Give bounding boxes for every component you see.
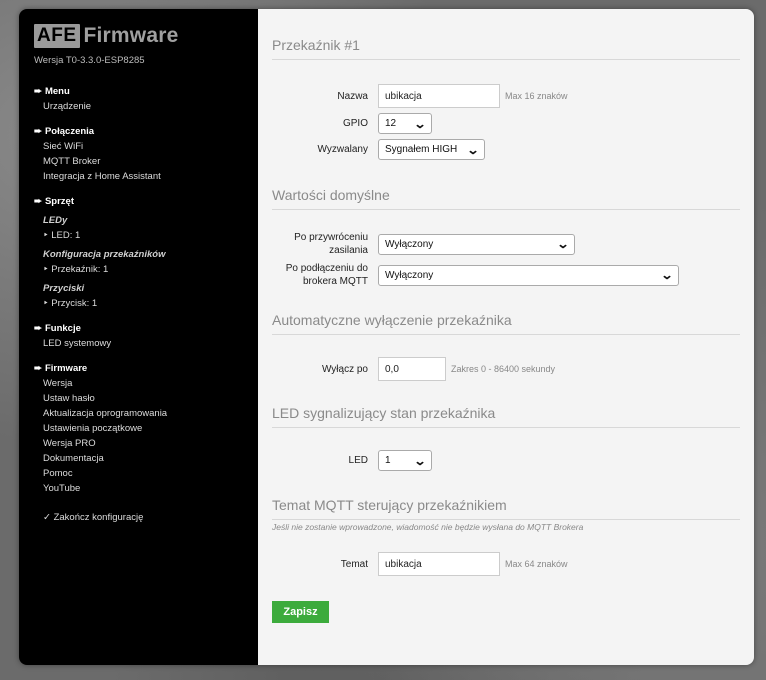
nav-subsection-buttons: Przyciski bbox=[43, 283, 85, 294]
led-select[interactable]: 1 ⌄ bbox=[378, 450, 432, 471]
form-row-name: Nazwa Max 16 znaków bbox=[272, 84, 740, 108]
sidebar-item-documentation[interactable]: Dokumentacja bbox=[34, 451, 258, 466]
nav-subsection-leds: LEDy bbox=[43, 215, 68, 226]
sidebar: AFE Firmware Wersja T0-3.3.0-ESP8285 ➨ Me… bbox=[19, 9, 258, 665]
sidebar-item-mqtt-broker[interactable]: MQTT Broker bbox=[34, 154, 258, 169]
sidebar-item-led-1[interactable]: ‣ LED: 1 bbox=[34, 228, 258, 243]
sidebar-item-home-assistant[interactable]: Integracja z Home Assistant bbox=[34, 169, 258, 184]
finish-configuration-link[interactable]: ✓ Zakończ konfigurację bbox=[34, 510, 258, 525]
section-header-defaults: Wartości domyślne bbox=[272, 187, 740, 210]
form-row-gpio: GPIO 12 ⌄ bbox=[272, 113, 740, 134]
logo-text: Firmware bbox=[83, 24, 179, 47]
mqtt-topic-input[interactable] bbox=[378, 552, 500, 576]
section-header-led: LED sygnalizujący stan przekaźnika bbox=[272, 405, 740, 428]
sidebar-item-relay-1[interactable]: ‣ Przekaźnik: 1 bbox=[34, 262, 258, 277]
save-button[interactable]: Zapisz bbox=[272, 601, 329, 623]
led-select-value: 1 bbox=[385, 455, 391, 466]
arrow-right-icon: ➨ bbox=[34, 196, 42, 207]
sidebar-item-firmware-update[interactable]: Aktualizacja oprogramowania bbox=[34, 406, 258, 421]
led-label: LED bbox=[348, 455, 368, 466]
nav-section-title: Menu bbox=[44, 86, 70, 97]
form-row-trigger: Wyzwalany Sygnałem HIGH ⌄ bbox=[272, 139, 740, 160]
sidebar-item-pro-version[interactable]: Wersja PRO bbox=[34, 436, 258, 451]
mqtt-connect-state-value: Wyłączony bbox=[385, 269, 434, 281]
nav-subsection-relays: Konfiguracja przekaźników bbox=[43, 249, 166, 260]
name-hint: Max 16 znaków bbox=[505, 91, 568, 101]
arrow-right-icon: ➨ bbox=[34, 126, 42, 137]
nav-section-title: Połączenia bbox=[44, 126, 95, 137]
form-row-mqtt-connect: Po podłączeniu do brokera MQTT Wyłączony … bbox=[272, 262, 740, 288]
arrow-right-icon: ➨ bbox=[34, 86, 42, 97]
chevron-down-icon: ⌄ bbox=[556, 237, 570, 251]
chevron-down-icon: ⌄ bbox=[413, 453, 427, 468]
sidebar-item-button-1[interactable]: ‣ Przycisk: 1 bbox=[34, 296, 258, 311]
name-label: Nazwa bbox=[337, 90, 368, 102]
nav-section-title: Funkcje bbox=[44, 323, 81, 334]
sidebar-item-help[interactable]: Pomoc bbox=[34, 466, 258, 481]
logo-badge: AFE bbox=[34, 24, 80, 48]
gpio-select[interactable]: 12 ⌄ bbox=[378, 113, 432, 134]
restore-state-value: Wyłączony bbox=[385, 238, 434, 250]
nav-section-firmware: ➨ Firmware Wersja Ustaw hasło Aktualizacj… bbox=[34, 361, 258, 496]
trigger-select-value: Sygnałem HIGH bbox=[385, 144, 458, 155]
auto-off-label: Wyłącz po bbox=[321, 363, 368, 375]
section-header-relay: Przekaźnik #1 bbox=[272, 37, 740, 60]
nav-section-menu: ➨ Menu Urządzenie bbox=[34, 84, 258, 114]
logo: AFE Firmware bbox=[34, 23, 258, 49]
mqtt-connect-state-select[interactable]: Wyłączony ⌄ bbox=[378, 264, 679, 286]
main-panel: Przekaźnik #1 Nazwa Max 16 znaków GPIO 1… bbox=[258, 9, 754, 665]
auto-off-input[interactable] bbox=[378, 357, 446, 381]
trigger-select[interactable]: Sygnałem HIGH ⌄ bbox=[378, 139, 485, 160]
sidebar-item-youtube[interactable]: YouTube bbox=[34, 481, 258, 496]
arrow-right-icon: ➨ bbox=[34, 363, 42, 374]
chevron-down-icon: ⌄ bbox=[466, 142, 480, 157]
sidebar-item-wifi[interactable]: Sieć WiFi bbox=[34, 139, 258, 154]
sidebar-item-version[interactable]: Wersja bbox=[34, 376, 258, 391]
mqtt-topic-label: Temat bbox=[340, 558, 368, 570]
section-header-auto-off: Automatyczne wyłączenie przekaźnika bbox=[272, 312, 740, 335]
sidebar-nav: ➨ Menu Urządzenie ➨ Połączenia Sieć WiFi M… bbox=[34, 84, 258, 525]
nav-section-title: Sprzęt bbox=[44, 196, 75, 207]
name-input[interactable] bbox=[378, 84, 500, 108]
nav-section-hardware: ➨ Sprzęt LEDy ‣ LED: 1 Konfiguracja przek… bbox=[34, 194, 258, 311]
trigger-label: Wyzwalany bbox=[317, 144, 368, 155]
nav-section-connections: ➨ Połączenia Sieć WiFi MQTT Broker Integr… bbox=[34, 124, 258, 184]
save-row: Zapisz bbox=[272, 601, 740, 623]
auto-off-hint: Zakres 0 - 86400 sekundy bbox=[451, 364, 556, 374]
sidebar-item-set-password[interactable]: Ustaw hasło bbox=[34, 391, 258, 406]
mqtt-topic-hint: Max 64 znaków bbox=[505, 559, 568, 569]
arrow-right-icon: ➨ bbox=[34, 323, 42, 334]
restore-state-select[interactable]: Wyłączony ⌄ bbox=[378, 233, 575, 255]
nav-section-functions: ➨ Funkcje LED systemowy bbox=[34, 321, 258, 351]
firmware-version: Wersja T0-3.3.0-ESP8285 bbox=[34, 55, 145, 66]
sidebar-item-system-led[interactable]: LED systemowy bbox=[34, 336, 258, 351]
app-window: AFE Firmware Wersja T0-3.3.0-ESP8285 ➨ Me… bbox=[19, 9, 754, 665]
gpio-label: GPIO bbox=[342, 118, 368, 129]
restore-label: Po przywróceniu zasilania bbox=[294, 232, 368, 256]
section-header-mqtt-topic: Temat MQTT sterujący przekaźnikiem bbox=[272, 497, 740, 520]
form-row-restore: Po przywróceniu zasilania Wyłączony ⌄ bbox=[272, 231, 740, 257]
mqtt-topic-note: Jeśli nie zostanie wprowadzone, wiadomoś… bbox=[272, 522, 584, 532]
mqtt-connect-label: Po podłączeniu do brokera MQTT bbox=[285, 263, 368, 287]
form-row-auto-off: Wyłącz po Zakres 0 - 86400 sekundy bbox=[272, 357, 740, 381]
gpio-select-value: 12 bbox=[385, 118, 397, 129]
sidebar-item-device[interactable]: Urządzenie bbox=[34, 99, 258, 114]
form-row-mqtt-topic: Temat Max 64 znaków bbox=[272, 552, 740, 576]
sidebar-item-initial-settings[interactable]: Ustawienia początkowe bbox=[34, 421, 258, 436]
chevron-down-icon: ⌄ bbox=[413, 116, 427, 131]
chevron-down-icon: ⌄ bbox=[660, 268, 674, 282]
nav-section-title: Firmware bbox=[44, 363, 88, 374]
form-row-led: LED 1 ⌄ bbox=[272, 450, 740, 471]
